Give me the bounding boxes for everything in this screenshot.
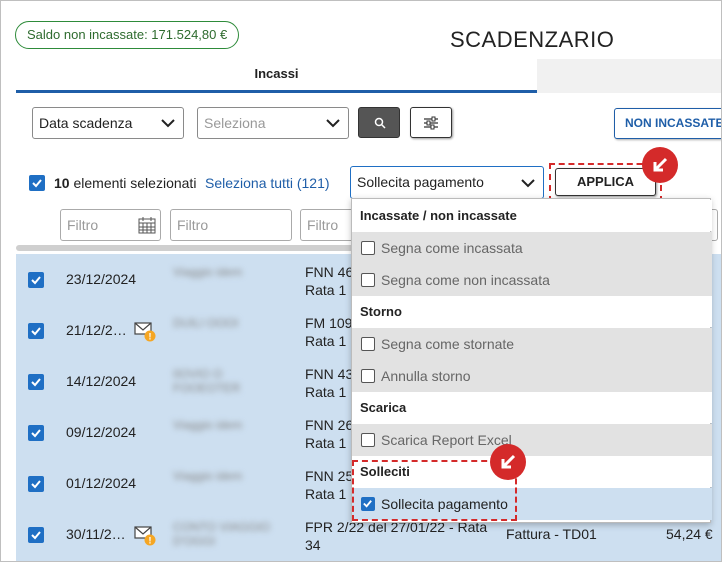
dropdown-group-header: Storno (352, 296, 712, 327)
filter-client-input[interactable]: Filtro (170, 209, 292, 241)
option-label: Segna come stornate (381, 336, 515, 352)
page-title: SCADENZARIO (450, 27, 615, 52)
chevron-down-icon (326, 119, 340, 128)
option-label: Scarica Report Excel (381, 432, 512, 448)
row-checkbox[interactable] (28, 527, 44, 543)
dropdown-option[interactable]: Annulla storno (352, 360, 712, 392)
row-doc-line2: Rata 1 (305, 486, 347, 502)
row-doc-line2: Rata 1 (305, 282, 347, 298)
dropdown-group-header: Incassate / non incassate (352, 200, 712, 231)
row-client: Viaggio idem (173, 469, 243, 483)
row-document: FNN 26 Rata 1 (305, 416, 353, 452)
row-checkbox[interactable] (28, 272, 44, 288)
check-icon (31, 531, 41, 540)
dropdown-option[interactable]: Scarica Report Excel (352, 424, 712, 456)
mail-warning-icon: ! (134, 526, 156, 546)
row-checkbox[interactable] (28, 323, 44, 339)
row-doc-line2: Rata 1 (305, 435, 347, 451)
filter-placeholder: Filtro (307, 217, 339, 233)
selection-info: 10 elementi selezionati (54, 175, 196, 191)
row-client: 0OVIO O FOOEOTER (173, 367, 241, 395)
option-label: Annulla storno (381, 368, 471, 384)
row-document: FPR 2/22 del 27/01/22 - Rata 34 (305, 518, 487, 554)
row-doc-line2: Rata 1 (305, 384, 347, 400)
row-document: FNN 25 Rata 1 (305, 467, 353, 503)
row-doc-line1: FM 109 (305, 315, 353, 331)
option-checkbox[interactable] (361, 273, 375, 287)
row-doc-line2: Rata 1 (305, 333, 347, 349)
seleziona-select[interactable]: Seleziona (197, 107, 349, 139)
svg-text:!: ! (149, 536, 152, 546)
row-date: 09/12/2024 (66, 424, 137, 440)
chevron-down-icon (161, 119, 175, 128)
row-document: FNN 43 Rata 1 (305, 365, 353, 401)
bulk-action-select[interactable]: Sollecita pagamento (350, 166, 544, 199)
calendar-icon (138, 217, 156, 234)
option-checkbox[interactable] (361, 369, 375, 383)
row-doc-line1: FNN 25 (305, 468, 354, 484)
tab-bar: Incassi (16, 59, 721, 93)
check-icon (31, 429, 41, 438)
date-field-value: Data scadenza (39, 115, 133, 131)
row-date: 01/12/2024 (66, 475, 137, 491)
option-label: Segna come incassata (381, 240, 523, 256)
row-document: FNN 46 Rata 1 (305, 263, 353, 299)
row-client: CONTO VIAGGIO D'OGGI (173, 520, 271, 548)
check-icon (31, 276, 41, 285)
sliders-icon (424, 116, 438, 130)
option-label: Segna come non incassata (381, 272, 550, 288)
row-date: 30/11/2… (66, 526, 126, 542)
tab-incassi[interactable]: Incassi (16, 59, 537, 93)
dropdown-option[interactable]: Segna come incassata (352, 232, 712, 264)
row-client: Viaggio idem (173, 418, 243, 432)
row-doc-line1: FNN 46 (305, 264, 354, 280)
app-window: Saldo non incassate: 171.524,80 € SCADEN… (0, 0, 722, 562)
selection-count: 10 (54, 175, 70, 191)
row-client: Viaggio idem (173, 265, 243, 279)
row-checkbox[interactable] (28, 374, 44, 390)
check-icon (32, 179, 42, 188)
row-type: Fattura - TD01 (506, 526, 597, 542)
seleziona-placeholder: Seleziona (204, 115, 266, 131)
date-field-select[interactable]: Data scadenza (32, 107, 184, 139)
check-icon (31, 480, 41, 489)
annotation-arrow-icon (642, 147, 678, 183)
advanced-filter-button[interactable] (410, 107, 452, 138)
row-date: 23/12/2024 (66, 271, 137, 287)
row-checkbox[interactable] (28, 476, 44, 492)
search-button[interactable] (358, 107, 400, 138)
horizontal-scrollbar[interactable] (16, 245, 356, 251)
saldo-badge: Saldo non incassate: 171.524,80 € (15, 21, 240, 49)
non-incassate-button[interactable]: NON INCASSATE (614, 108, 721, 139)
row-amount: 54,24 € (666, 526, 713, 542)
chevron-down-icon (521, 179, 535, 188)
svg-text:!: ! (149, 332, 152, 342)
row-doc-line1: FNN 26 (305, 417, 354, 433)
dropdown-group-header: Scarica (352, 392, 712, 423)
row-date: 21/12/2… (66, 322, 127, 338)
row-doc-line1: FNN 43 (305, 366, 354, 382)
annotation-arrow-icon (490, 444, 526, 480)
select-all-checkbox[interactable] (29, 175, 45, 191)
row-document: FM 109 Rata 1 (305, 314, 352, 350)
search-icon (374, 117, 386, 129)
dropdown-option[interactable]: Segna come non incassata (352, 264, 712, 296)
row-doc-line2: 34 (305, 537, 321, 553)
select-all-link[interactable]: Seleziona tutti (121) (205, 175, 330, 191)
row-checkbox[interactable] (28, 425, 44, 441)
option-checkbox[interactable] (361, 337, 375, 351)
filter-placeholder: Filtro (67, 217, 99, 233)
filter-placeholder: Filtro (177, 217, 209, 233)
mail-warning-icon: ! (134, 322, 156, 342)
check-icon (31, 378, 41, 387)
dropdown-option[interactable]: Segna come stornate (352, 328, 712, 360)
check-icon (31, 327, 41, 336)
bulk-action-value: Sollecita pagamento (357, 174, 484, 190)
selection-label: elementi selezionati (73, 175, 197, 191)
option-checkbox[interactable] (361, 433, 375, 447)
filter-date-input[interactable]: Filtro (60, 209, 161, 241)
option-checkbox[interactable] (361, 241, 375, 255)
row-client: DUILI OOOI (173, 316, 239, 330)
row-date: 14/12/2024 (66, 373, 137, 389)
